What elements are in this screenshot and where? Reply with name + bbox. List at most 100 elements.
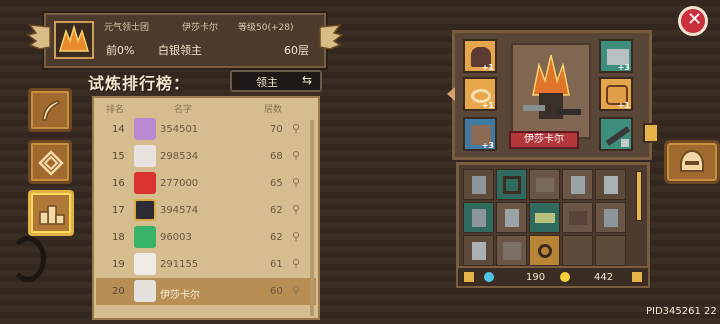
- inventory-slot[interactable]: [562, 169, 593, 200]
- row-floor: 62: [270, 205, 283, 216]
- inventory-slot[interactable]: [562, 202, 593, 233]
- row-name: 394574: [160, 205, 199, 216]
- equip-slot-gauntlet[interactable]: +3: [599, 39, 633, 73]
- row-floor: 70: [270, 124, 283, 135]
- equip-slot-weapon[interactable]: [599, 117, 633, 151]
- scope-toggle-button[interactable]: 领主 ⇆: [230, 70, 322, 92]
- inventory-slot[interactable]: [595, 202, 626, 233]
- row-rank: 19: [112, 259, 125, 270]
- chest-armor-icon: [569, 211, 587, 225]
- magnifier-icon[interactable]: ⚲: [292, 203, 300, 216]
- table-row[interactable]: 14 354501 70 ⚲: [96, 116, 316, 143]
- table-row-self[interactable]: 20 伊莎卡尔 60 ⚲: [96, 278, 316, 305]
- inventory-slot-empty[interactable]: [562, 235, 593, 266]
- inventory-slot[interactable]: [529, 235, 560, 266]
- tab-feather[interactable]: [28, 88, 72, 132]
- sort-button[interactable]: [630, 270, 644, 284]
- inventory-slot[interactable]: [595, 169, 626, 200]
- axe-icon: [604, 176, 618, 194]
- swirl-icon: [538, 244, 552, 258]
- row-name: 291155: [160, 259, 199, 270]
- player-name: 伊莎卡尔: [182, 23, 219, 33]
- magnifier-icon[interactable]: ⚲: [292, 122, 300, 135]
- inventory-slot[interactable]: [496, 235, 527, 266]
- axe-icon: [571, 176, 585, 194]
- leaderboard-title: 试炼排行榜：: [88, 74, 191, 93]
- equip-slot-pet[interactable]: +1: [599, 77, 633, 111]
- swap-icon: ⇆: [301, 73, 312, 87]
- magnifier-icon[interactable]: ⚲: [292, 284, 300, 297]
- row-rank: 15: [112, 151, 125, 162]
- coin-icon: [560, 272, 570, 282]
- equip-slot-ring[interactable]: +1: [463, 77, 497, 111]
- equip-slot-helmet[interactable]: +1: [463, 39, 497, 73]
- inventory-slot[interactable]: [529, 169, 560, 200]
- player-id: PID345261 22: [646, 306, 717, 317]
- tab-diamond[interactable]: [28, 140, 72, 184]
- slot-bonus: +1: [617, 101, 630, 110]
- inventory-scrollbar[interactable]: [636, 171, 642, 221]
- avatar: [134, 253, 156, 275]
- percentile: 前0%: [106, 44, 135, 57]
- magnifier-icon[interactable]: ⚲: [292, 230, 300, 243]
- slot-bonus: +1: [481, 63, 494, 72]
- magnifier-icon[interactable]: ⚲: [292, 149, 300, 162]
- chest-armor-icon: [536, 178, 554, 192]
- table-row[interactable]: 17 394574 62 ⚲: [96, 197, 316, 224]
- magnifier-icon[interactable]: ⚲: [292, 176, 300, 189]
- close-button[interactable]: ✕: [678, 6, 708, 36]
- panel-left-arrow[interactable]: [447, 87, 455, 101]
- avatar: [134, 199, 156, 221]
- table-header: 排名 名字 层数: [94, 98, 318, 116]
- row-name: 277000: [160, 178, 199, 189]
- row-floor: 68: [270, 151, 283, 162]
- panel-side-handle[interactable]: [643, 123, 659, 143]
- row-floor: 62: [270, 232, 283, 243]
- gem-count: 190: [526, 272, 546, 283]
- inventory-slot[interactable]: [496, 202, 527, 233]
- row-floor: 61: [270, 259, 283, 270]
- inventory-slot[interactable]: [496, 169, 527, 200]
- rank-tier: 白银领主: [158, 44, 202, 57]
- axe-icon: [472, 209, 486, 227]
- inventory-slot[interactable]: [463, 169, 494, 200]
- row-rank: 20: [112, 286, 125, 297]
- row-name: 96003: [160, 232, 192, 243]
- lock-toggle-icon[interactable]: [462, 270, 476, 284]
- inventory-slot[interactable]: [463, 235, 494, 266]
- tab-leaderboard[interactable]: [28, 190, 74, 236]
- avatar: [134, 226, 156, 248]
- axe-icon: [505, 209, 519, 227]
- right-wing-icon: [319, 24, 344, 50]
- avatar: [134, 118, 156, 140]
- scope-label: 领主: [256, 76, 278, 89]
- slot-bonus: +1: [481, 101, 494, 110]
- scroll-icon: [535, 213, 555, 223]
- floor-count: 60层: [284, 44, 309, 57]
- inventory-slot[interactable]: [529, 202, 560, 233]
- character-portrait: [511, 43, 591, 139]
- row-rank: 18: [112, 232, 125, 243]
- guild-name: 元气领士团: [104, 23, 150, 33]
- table-row[interactable]: 16 277000 65 ⚲: [96, 170, 316, 197]
- table-scrollbar[interactable]: [310, 120, 314, 316]
- avatar: [134, 145, 156, 167]
- table-row[interactable]: 15 298534 68 ⚲: [96, 143, 316, 170]
- equipment-tab[interactable]: [664, 140, 720, 184]
- equip-slot-armor[interactable]: +3: [463, 117, 497, 151]
- inventory-slot-empty[interactable]: [595, 235, 626, 266]
- row-floor: 60: [270, 286, 283, 297]
- gem-icon: [484, 272, 494, 282]
- magnifier-icon[interactable]: ⚲: [292, 257, 300, 270]
- slot-bonus: +3: [617, 63, 630, 72]
- player-banner: 元气领士团 伊莎卡尔 等级50(+28) 前0% 白银领主 60层: [26, 13, 344, 68]
- left-wing-icon: [26, 24, 51, 50]
- row-name: 298534: [160, 151, 199, 162]
- row-floor: 65: [270, 178, 283, 189]
- inventory-slot[interactable]: [463, 202, 494, 233]
- crossbow-icon: [503, 176, 521, 194]
- feather-icon: [42, 100, 61, 121]
- side-ornament: [10, 236, 46, 282]
- table-row[interactable]: 18 96003 62 ⚲: [96, 224, 316, 251]
- table-row[interactable]: 19 291155 61 ⚲: [96, 251, 316, 278]
